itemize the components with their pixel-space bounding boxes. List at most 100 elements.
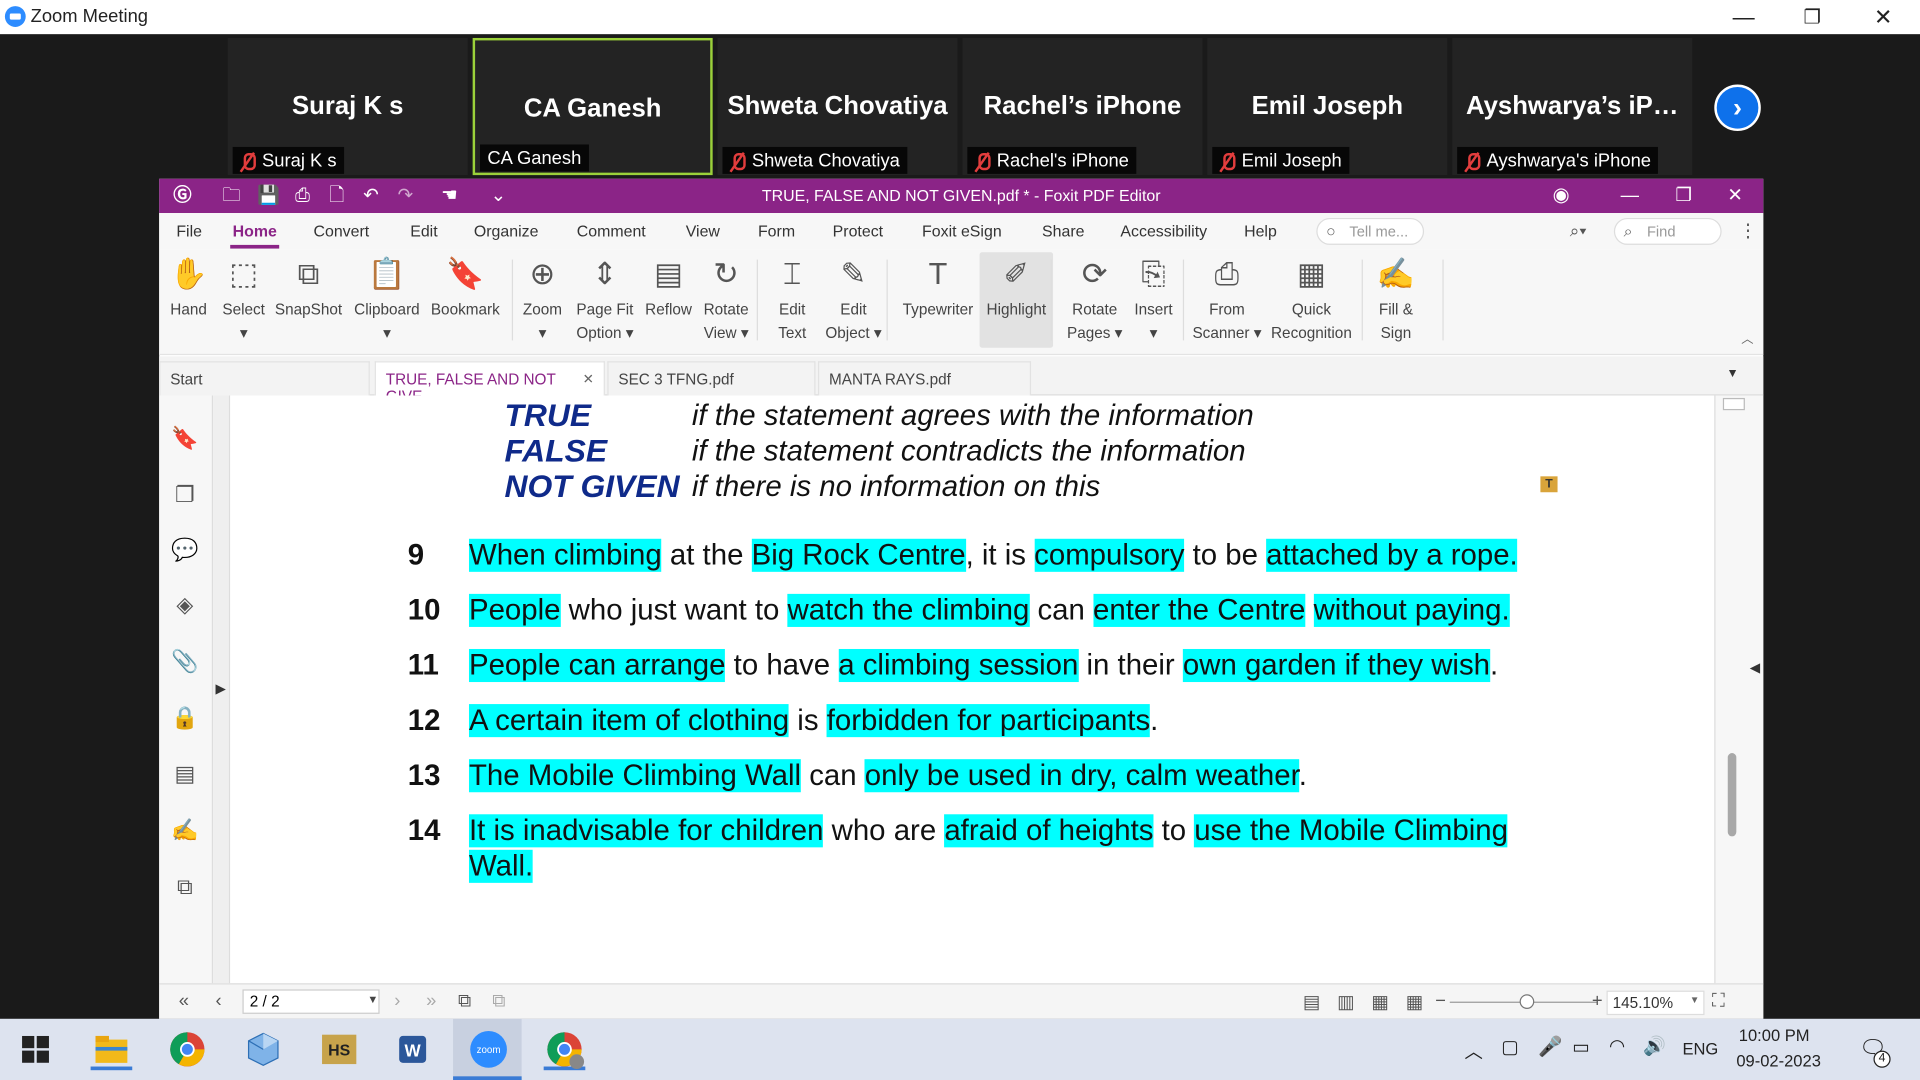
volume-icon[interactable]: 🔊 xyxy=(1643,1035,1666,1057)
expand-panel-icon[interactable]: ▶ xyxy=(216,681,226,697)
tool-snapshot[interactable]: ⧉ SnapShot xyxy=(272,252,345,348)
tab-document[interactable]: MANTA RAYS.pdf xyxy=(817,361,1032,396)
menu-organize[interactable]: Organize xyxy=(474,222,539,240)
more-icon[interactable]: ⋮ xyxy=(1739,219,1757,241)
3d-viewer-icon[interactable] xyxy=(242,1029,284,1071)
tool-edit-text[interactable]: ⌶ Edit Text xyxy=(767,252,818,348)
tool-rotate-view[interactable]: ↻ Rotate View ▾ xyxy=(698,252,754,348)
participant-tile[interactable]: CA Ganesh CA Ganesh xyxy=(472,37,713,176)
comments-panel-icon[interactable]: 💬 xyxy=(171,536,198,563)
tool-page-fit-option[interactable]: ⇕ Page Fit Option ▾ xyxy=(571,252,640,348)
chrome-profile-icon[interactable] xyxy=(543,1029,586,1071)
single-page-icon[interactable]: ▤ xyxy=(1303,991,1320,1013)
participant-tile[interactable]: Suraj K s Suraj K s xyxy=(227,37,468,176)
next-page-button[interactable]: › xyxy=(1714,84,1761,132)
signature-panel-icon[interactable]: ✍ xyxy=(171,817,198,844)
chrome-icon[interactable] xyxy=(167,1029,209,1071)
tool-clipboard[interactable]: 📋 Clipboard ▾ xyxy=(348,252,426,348)
hs-app-icon[interactable]: HS xyxy=(318,1029,360,1071)
tool-select[interactable]: ⬚ Select ▾ xyxy=(220,252,267,348)
menu-view[interactable]: View xyxy=(686,222,720,240)
menu-comment[interactable]: Comment xyxy=(577,222,646,240)
tool-highlight[interactable]: ✐ Highlight xyxy=(979,252,1054,348)
menu-foxit-esign[interactable]: Foxit eSign xyxy=(922,222,1002,240)
attachments-panel-icon[interactable]: 📎 xyxy=(171,648,198,675)
copy-page-icon[interactable]: ⧉ xyxy=(458,991,471,1012)
search-options-icon[interactable]: ⌕▾ xyxy=(1570,220,1587,241)
participant-tile[interactable]: Shweta Chovatiya Shweta Chovatiya xyxy=(717,37,958,176)
tool-hand[interactable]: ✋ Hand xyxy=(167,252,211,348)
tool-from-scanner[interactable]: ⎙ From Scanner ▾ xyxy=(1185,252,1268,348)
collapse-ribbon-icon[interactable]: ︿ xyxy=(1741,328,1753,346)
zoom-slider-thumb[interactable] xyxy=(1519,994,1535,1009)
clock-time[interactable]: 10:00 PM xyxy=(1739,1026,1810,1044)
tool-rotate-pages[interactable]: ⟳ Rotate Pages ▾ xyxy=(1060,252,1129,348)
start-icon[interactable] xyxy=(22,1035,49,1063)
menu-convert[interactable]: Convert xyxy=(313,222,369,240)
show-hidden-icons[interactable]: ︿ xyxy=(1464,1038,1482,1064)
pages-panel-icon[interactable]: ❐ xyxy=(171,481,198,508)
microphone-icon[interactable]: 🎤 xyxy=(1538,1035,1562,1059)
tool-zoom[interactable]: ⊕ Zoom ▾ xyxy=(519,252,566,348)
fullscreen-icon[interactable]: ⛶ xyxy=(1712,991,1725,1012)
tab-document[interactable]: SEC 3 TFNG.pdf xyxy=(607,361,816,396)
collapse-right-panel-icon[interactable]: ◀ xyxy=(1750,660,1760,676)
minimize-button[interactable]: — xyxy=(1709,0,1778,34)
zoom-app-icon[interactable]: zoom xyxy=(468,1029,510,1071)
tool-edit-object[interactable]: ✎ Edit Object ▾ xyxy=(820,252,886,348)
close-tab-icon[interactable]: ✕ xyxy=(583,371,594,387)
bookmark-panel-icon[interactable]: 🔖 xyxy=(171,425,198,452)
continuous-facing-icon[interactable]: ▦ xyxy=(1406,991,1423,1013)
menu-edit[interactable]: Edit xyxy=(410,222,437,240)
menu-file[interactable]: File xyxy=(176,222,202,240)
security-panel-icon[interactable]: 🔒 xyxy=(171,704,198,731)
battery-icon[interactable]: ▭ xyxy=(1572,1036,1589,1058)
account-icon[interactable]: ◉ xyxy=(1550,185,1572,207)
clock-date[interactable]: 09-02-2023 xyxy=(1736,1052,1821,1070)
menu-share[interactable]: Share xyxy=(1042,222,1084,240)
compare-panel-icon[interactable]: ⧉ xyxy=(171,873,198,900)
wifi-icon[interactable]: ◠ xyxy=(1609,1035,1625,1057)
menu-help[interactable]: Help xyxy=(1244,222,1277,240)
scroll-top-box[interactable] xyxy=(1722,397,1745,411)
tab-list-dropdown-icon[interactable]: ▼ xyxy=(1727,367,1739,380)
tool-bookmark[interactable]: 🔖 Bookmark xyxy=(426,252,504,348)
menu-home[interactable]: Home xyxy=(230,222,280,249)
file-explorer-icon[interactable] xyxy=(90,1029,133,1071)
close-button[interactable]: ✕ xyxy=(1849,0,1918,34)
word-app-icon[interactable]: W xyxy=(392,1029,434,1071)
tool-insert[interactable]: ⎘ Insert ▾ xyxy=(1129,252,1178,348)
menu-form[interactable]: Form xyxy=(758,222,795,240)
foxit-minimize-icon[interactable]: — xyxy=(1619,185,1641,207)
zoom-out-icon[interactable]: − xyxy=(1435,991,1446,1012)
layers-panel-icon[interactable]: ◈ xyxy=(171,591,198,618)
language-indicator[interactable]: ENG xyxy=(1682,1040,1718,1058)
last-page-icon[interactable]: » xyxy=(426,991,436,1012)
scroll-thumb[interactable] xyxy=(1727,753,1737,837)
participant-tile[interactable]: Ayshwarya’s iP… Ayshwarya's iPhone xyxy=(1452,37,1693,176)
tool-quick-recognition[interactable]: ▦ Quick Recognition xyxy=(1269,252,1355,348)
zoom-dropdown-icon[interactable]: ▼ xyxy=(1690,994,1700,1005)
tool-reflow[interactable]: ▤ Reflow xyxy=(642,252,696,348)
restore-button[interactable]: ❐ xyxy=(1778,0,1847,34)
prev-page-icon[interactable]: ‹ xyxy=(216,991,222,1012)
content-panel-icon[interactable]: ▤ xyxy=(171,760,198,787)
continuous-page-icon[interactable]: ▥ xyxy=(1337,991,1354,1013)
paste-page-icon[interactable]: ⧉ xyxy=(492,991,505,1012)
tool-fill-sign[interactable]: ✍ Fill & Sign xyxy=(1362,252,1431,348)
vertical-scrollbar[interactable]: ◀ xyxy=(1714,395,1764,984)
panel-toggle-strip[interactable]: ▶ xyxy=(213,395,231,984)
tool-typewriter[interactable]: T Typewriter xyxy=(896,252,979,348)
tab-start[interactable]: Start xyxy=(159,361,370,396)
page-number-field[interactable]: 2 / 2 xyxy=(242,989,380,1014)
facing-icon[interactable]: ▦ xyxy=(1371,991,1388,1013)
meet-now-icon[interactable]: ▢ xyxy=(1501,1036,1518,1058)
next-page-icon[interactable]: › xyxy=(394,991,400,1012)
page-dropdown-icon[interactable]: ▼ xyxy=(367,993,378,1005)
menu-accessibility[interactable]: Accessibility xyxy=(1120,222,1207,240)
foxit-restore-icon[interactable]: ❐ xyxy=(1673,185,1695,207)
participant-tile[interactable]: Rachel’s iPhone Rachel's iPhone xyxy=(962,37,1203,176)
first-page-icon[interactable]: « xyxy=(179,991,189,1012)
participant-tile[interactable]: Emil Joseph Emil Joseph xyxy=(1207,37,1448,176)
menu-protect[interactable]: Protect xyxy=(833,222,883,240)
